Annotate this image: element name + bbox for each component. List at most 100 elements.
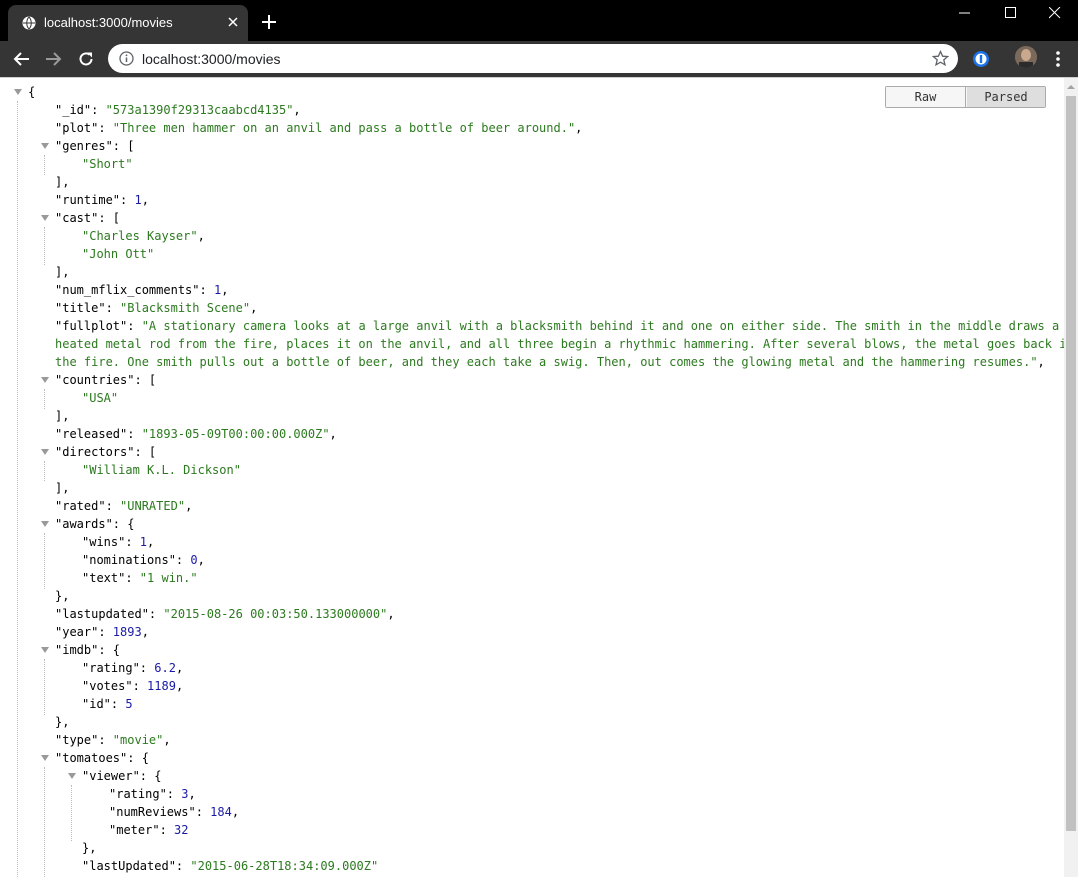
json-number-value: 184 xyxy=(210,805,232,819)
avatar[interactable] xyxy=(1015,46,1037,68)
indent-guide xyxy=(44,659,45,715)
json-line-item: "William K.L. Dickson" xyxy=(82,461,241,479)
json-string-value: "movie" xyxy=(112,733,164,747)
json-string-value: "1 win." xyxy=(139,571,198,585)
scrollbar-thumb[interactable] xyxy=(1066,96,1076,831)
json-line-released: "released": "1893-05-09T00:00:00.000Z", xyxy=(55,425,337,443)
tab-title: localhost:3000/movies xyxy=(44,15,173,30)
json-string-value: "Blacksmith Scene" xyxy=(120,301,251,315)
json-string-value: "2015-08-26 00:03:50.133000000" xyxy=(163,607,388,621)
json-punctuation: , xyxy=(575,121,583,135)
json-string-value: "UNRATED" xyxy=(120,499,186,513)
json-key: "_id": xyxy=(55,103,106,117)
json-number-value: 0 xyxy=(190,553,198,567)
json-punctuation: { xyxy=(141,751,149,765)
json-key: "runtime": xyxy=(55,193,135,207)
scroll-up-arrow-icon[interactable] xyxy=(1064,80,1078,92)
vertical-scrollbar[interactable] xyxy=(1064,78,1078,877)
json-punctuation: , xyxy=(185,499,193,513)
json-key: "plot": xyxy=(55,121,113,135)
indent-guide xyxy=(44,155,45,175)
url-text[interactable]: localhost:3000/movies xyxy=(142,51,281,67)
json-key: "year": xyxy=(55,625,113,639)
new-tab-plus-icon[interactable] xyxy=(258,11,280,33)
maximize-icon[interactable] xyxy=(988,0,1034,28)
json-line-plot: "plot": "Three men hammer on an anvil an… xyxy=(55,119,582,137)
title-bar: localhost:3000/movies xyxy=(0,0,1078,41)
json-line-fullplot: heated metal rod from the fire, places i… xyxy=(55,335,1064,353)
json-key: "rating": xyxy=(82,661,155,675)
json-punctuation: [ xyxy=(112,211,121,225)
parsed-button[interactable]: Parsed xyxy=(967,87,1045,107)
json-line-nominations: "nominations": 0, xyxy=(82,551,205,569)
json-line-id: "id": 5 xyxy=(82,695,133,713)
minimize-icon[interactable] xyxy=(942,0,988,28)
more-menu-icon[interactable] xyxy=(1052,50,1064,68)
json-punctuation: , xyxy=(147,535,155,549)
json-line-rating: "rating": 6.2, xyxy=(82,659,183,677)
json-string-value: "1893-05-09T00:00:00.000Z" xyxy=(141,427,330,441)
expand-toggle-icon[interactable] xyxy=(14,88,22,96)
back-arrow-icon[interactable] xyxy=(10,47,34,71)
json-punctuation: , xyxy=(197,553,205,567)
browser-tab[interactable]: localhost:3000/movies xyxy=(8,5,248,41)
address-bar[interactable]: localhost:3000/movies xyxy=(108,44,958,73)
json-line-votes: "votes": 1189, xyxy=(82,677,183,695)
json-key: "released": xyxy=(55,427,142,441)
indent-guide xyxy=(44,767,45,877)
json-number-value: 1893 xyxy=(112,625,142,639)
json-line-awards: "awards": { xyxy=(55,515,134,533)
json-line-close: }, xyxy=(82,839,96,857)
password-manager-extension-icon[interactable] xyxy=(972,50,990,68)
expand-toggle-icon[interactable] xyxy=(41,448,49,456)
close-icon[interactable] xyxy=(224,13,242,31)
json-line-text: "text": "1 win." xyxy=(82,569,198,587)
expand-toggle-icon[interactable] xyxy=(41,142,49,150)
info-icon[interactable] xyxy=(119,51,134,66)
json-key: "directors": xyxy=(55,445,149,459)
indent-guide xyxy=(17,101,18,877)
json-punctuation: { xyxy=(127,517,135,531)
json-key: "lastupdated": xyxy=(55,607,164,621)
json-line-item: "Charles Kayser", xyxy=(82,227,205,245)
json-punctuation: , xyxy=(141,625,149,639)
json-punctuation: ], xyxy=(55,175,70,189)
globe-icon xyxy=(22,16,36,30)
json-viewer: Raw Parsed {"_id": "573a1390f29313caabcd… xyxy=(0,78,1064,877)
raw-button[interactable]: Raw xyxy=(886,87,966,107)
json-line-viewer: "viewer": { xyxy=(82,767,161,785)
indent-guide xyxy=(71,785,72,841)
json-key: "text": xyxy=(82,571,140,585)
json-line-runtime: "runtime": 1, xyxy=(55,191,149,209)
bookmark-star-icon[interactable] xyxy=(931,49,950,67)
json-line-num_mflix_comments: "num_mflix_comments": 1, xyxy=(55,281,228,299)
json-key: "num_mflix_comments": xyxy=(55,283,214,297)
json-string-value: "A stationary camera looks at a large an… xyxy=(141,319,1064,333)
json-line-item: "John Ott" xyxy=(82,245,154,263)
window-close-icon[interactable] xyxy=(1032,0,1078,28)
json-string-value: "Charles Kayser" xyxy=(82,229,198,243)
forward-arrow-icon[interactable] xyxy=(41,47,65,71)
json-number-value: 5 xyxy=(125,697,133,711)
json-punctuation: , xyxy=(1037,355,1045,369)
expand-toggle-icon[interactable] xyxy=(68,772,76,780)
json-number-value: 6.2 xyxy=(154,661,176,675)
expand-toggle-icon[interactable] xyxy=(41,214,49,222)
json-string-value: "John Ott" xyxy=(82,247,155,261)
json-punctuation: , xyxy=(293,103,301,117)
expand-toggle-icon[interactable] xyxy=(41,646,49,654)
json-line-countries: "countries": [ xyxy=(55,371,156,389)
json-key: "fullplot": xyxy=(55,319,142,333)
json-punctuation: ], xyxy=(55,265,70,279)
json-punctuation: }, xyxy=(55,715,70,729)
json-line-rated: "rated": "UNRATED", xyxy=(55,497,192,515)
json-key: "title": xyxy=(55,301,121,315)
json-line-item: "Short" xyxy=(82,155,133,173)
json-line-close: ], xyxy=(55,407,69,425)
expand-toggle-icon[interactable] xyxy=(41,376,49,384)
json-line-root: { xyxy=(28,83,35,101)
expand-toggle-icon[interactable] xyxy=(41,754,49,762)
reload-icon[interactable] xyxy=(74,47,98,71)
expand-toggle-icon[interactable] xyxy=(41,520,49,528)
json-punctuation: , xyxy=(188,787,196,801)
